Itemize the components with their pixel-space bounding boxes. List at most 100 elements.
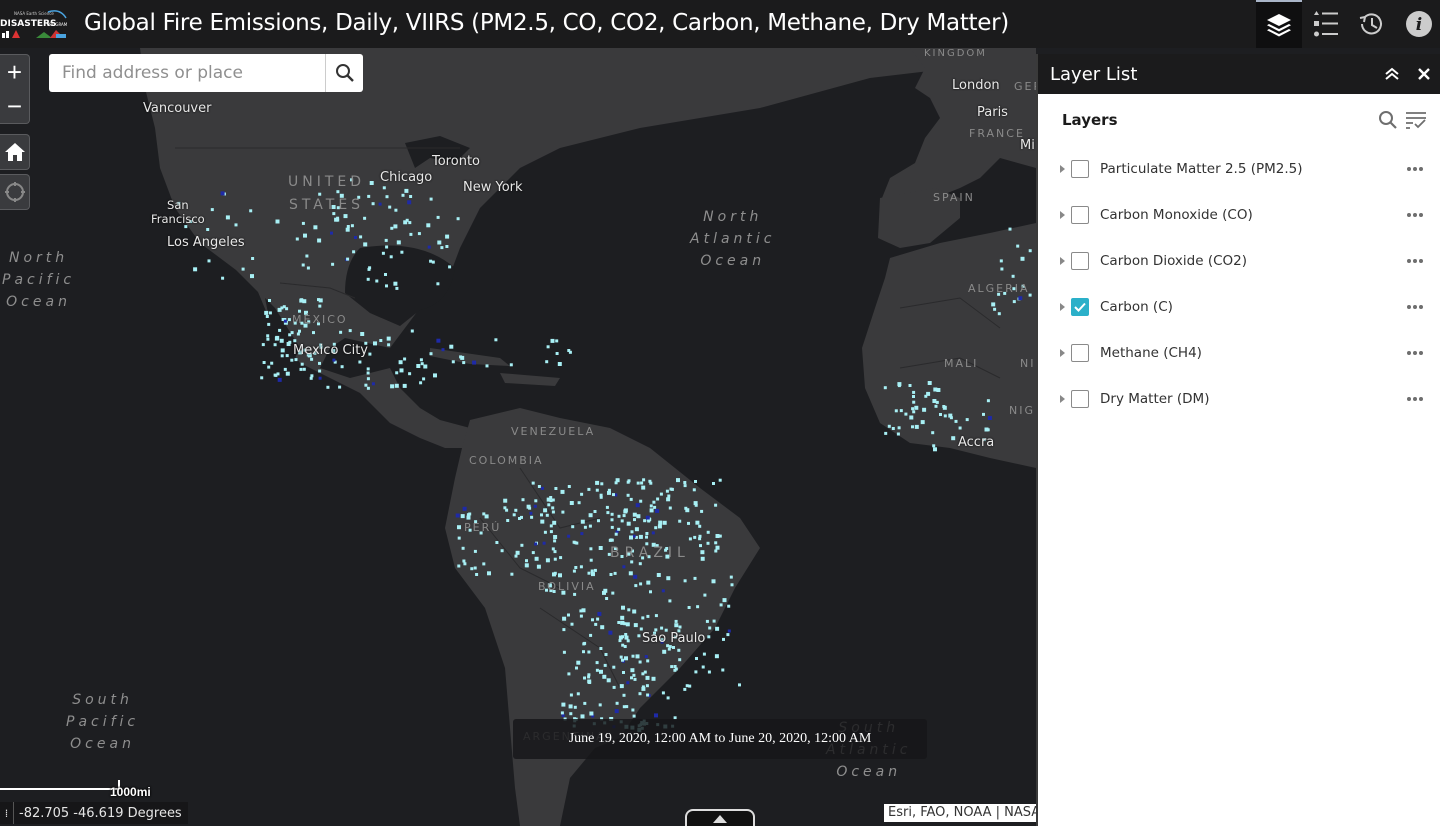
layer-more-options-button[interactable] — [1398, 251, 1432, 271]
fire-detection-point[interactable] — [429, 259, 433, 263]
fire-detection-point[interactable] — [262, 361, 266, 364]
fire-detection-point[interactable] — [472, 360, 477, 365]
fire-detection-point[interactable] — [643, 519, 647, 523]
fire-detection-point[interactable] — [658, 520, 663, 525]
expand-bottom-panel-button[interactable] — [685, 809, 755, 826]
fire-detection-point[interactable] — [714, 503, 718, 507]
fire-detection-point[interactable] — [568, 704, 573, 709]
fire-detection-point[interactable] — [589, 558, 593, 562]
fire-detection-point[interactable] — [313, 225, 318, 230]
fire-detection-point[interactable] — [568, 350, 572, 354]
fire-detection-point[interactable] — [641, 686, 646, 691]
fire-detection-point[interactable] — [587, 571, 591, 575]
fire-detection-point[interactable] — [460, 355, 465, 360]
fire-detection-point[interactable] — [276, 372, 280, 376]
fire-detection-point[interactable] — [927, 381, 932, 385]
fire-detection-point[interactable] — [685, 684, 689, 688]
fire-detection-point[interactable] — [644, 655, 648, 659]
fire-detection-point[interactable] — [677, 648, 681, 652]
fire-detection-point[interactable] — [621, 635, 624, 639]
fire-detection-point[interactable] — [674, 623, 679, 628]
fire-detection-point[interactable] — [359, 235, 363, 239]
fire-detection-point[interactable] — [290, 358, 294, 362]
fire-detection-point[interactable] — [667, 494, 671, 498]
fire-detection-point[interactable] — [932, 399, 937, 403]
fire-detection-point[interactable] — [599, 647, 603, 650]
fire-detection-point[interactable] — [934, 404, 938, 408]
fire-detection-point[interactable] — [627, 608, 631, 612]
fire-detection-point[interactable] — [932, 444, 936, 448]
fire-detection-point[interactable] — [354, 236, 357, 239]
fire-detection-point[interactable] — [567, 485, 571, 488]
fire-detection-point[interactable] — [685, 508, 690, 513]
fire-detection-point[interactable] — [678, 519, 682, 523]
fire-detection-point[interactable] — [567, 613, 570, 617]
fire-detection-point[interactable] — [645, 532, 649, 535]
fire-detection-point[interactable] — [727, 604, 731, 608]
fire-detection-point[interactable] — [249, 209, 253, 213]
fire-detection-point[interactable] — [367, 194, 371, 198]
fire-detection-point[interactable] — [266, 337, 270, 341]
fire-detection-point[interactable] — [911, 425, 914, 429]
fire-detection-point[interactable] — [363, 242, 368, 247]
fire-detection-point[interactable] — [567, 534, 571, 538]
fire-detection-point[interactable] — [462, 506, 467, 511]
fire-detection-point[interactable] — [574, 566, 578, 569]
fire-detection-point[interactable] — [400, 250, 404, 254]
fire-detection-point[interactable] — [573, 705, 577, 709]
fire-detection-point[interactable] — [666, 576, 671, 581]
fire-detection-point[interactable] — [722, 598, 727, 603]
fire-detection-point[interactable] — [597, 519, 600, 523]
fire-detection-point[interactable] — [580, 532, 584, 536]
fire-detection-point[interactable] — [884, 431, 888, 435]
fire-detection-point[interactable] — [410, 329, 414, 333]
fire-detection-point[interactable] — [390, 226, 394, 230]
fire-detection-point[interactable] — [534, 499, 538, 503]
fire-detection-point[interactable] — [270, 361, 274, 365]
fire-detection-point[interactable] — [614, 709, 619, 714]
fire-detection-point[interactable] — [551, 547, 555, 551]
fire-detection-point[interactable] — [514, 508, 518, 512]
fire-detection-point[interactable] — [553, 535, 558, 539]
fire-detection-point[interactable] — [999, 259, 1003, 263]
fire-detection-point[interactable] — [617, 621, 621, 624]
fire-detection-point[interactable] — [579, 565, 583, 569]
fire-detection-point[interactable] — [583, 701, 587, 705]
fire-detection-point[interactable] — [274, 336, 279, 341]
fire-detection-point[interactable] — [549, 524, 553, 528]
fire-detection-point[interactable] — [277, 307, 282, 312]
fire-detection-point[interactable] — [986, 399, 990, 403]
fire-detection-point[interactable] — [912, 390, 916, 394]
fire-detection-point[interactable] — [622, 565, 626, 569]
fire-detection-point[interactable] — [547, 503, 551, 507]
close-panel-button[interactable] — [1408, 54, 1440, 94]
fire-detection-point[interactable] — [627, 479, 631, 483]
fire-detection-point[interactable] — [987, 416, 992, 420]
fire-detection-point[interactable] — [993, 307, 997, 311]
fire-detection-point[interactable] — [1020, 256, 1025, 261]
fire-detection-point[interactable] — [700, 550, 705, 555]
fire-detection-point[interactable] — [604, 653, 608, 656]
fire-detection-point[interactable] — [543, 530, 547, 534]
fire-detection-point[interactable] — [346, 257, 350, 261]
locate-button[interactable] — [0, 174, 30, 210]
fire-detection-point[interactable] — [646, 659, 650, 663]
fire-detection-point[interactable] — [268, 299, 271, 302]
fire-detection-point[interactable] — [633, 574, 638, 579]
fire-detection-point[interactable] — [417, 232, 421, 236]
fire-detection-point[interactable] — [595, 488, 599, 492]
fire-detection-point[interactable] — [562, 650, 566, 654]
fire-detection-point[interactable] — [394, 208, 398, 212]
fire-detection-point[interactable] — [557, 362, 562, 366]
fire-detection-point[interactable] — [580, 714, 585, 719]
fire-detection-point[interactable] — [618, 639, 622, 643]
fire-detection-point[interactable] — [694, 670, 698, 674]
fire-detection-point[interactable] — [931, 431, 935, 435]
layer-more-options-button[interactable] — [1398, 297, 1432, 317]
fire-detection-point[interactable] — [730, 583, 734, 587]
fire-detection-point[interactable] — [375, 279, 379, 283]
fire-detection-point[interactable] — [429, 197, 433, 201]
fire-detection-point[interactable] — [676, 478, 680, 483]
fire-detection-point[interactable] — [610, 538, 614, 542]
fire-detection-point[interactable] — [267, 322, 271, 326]
